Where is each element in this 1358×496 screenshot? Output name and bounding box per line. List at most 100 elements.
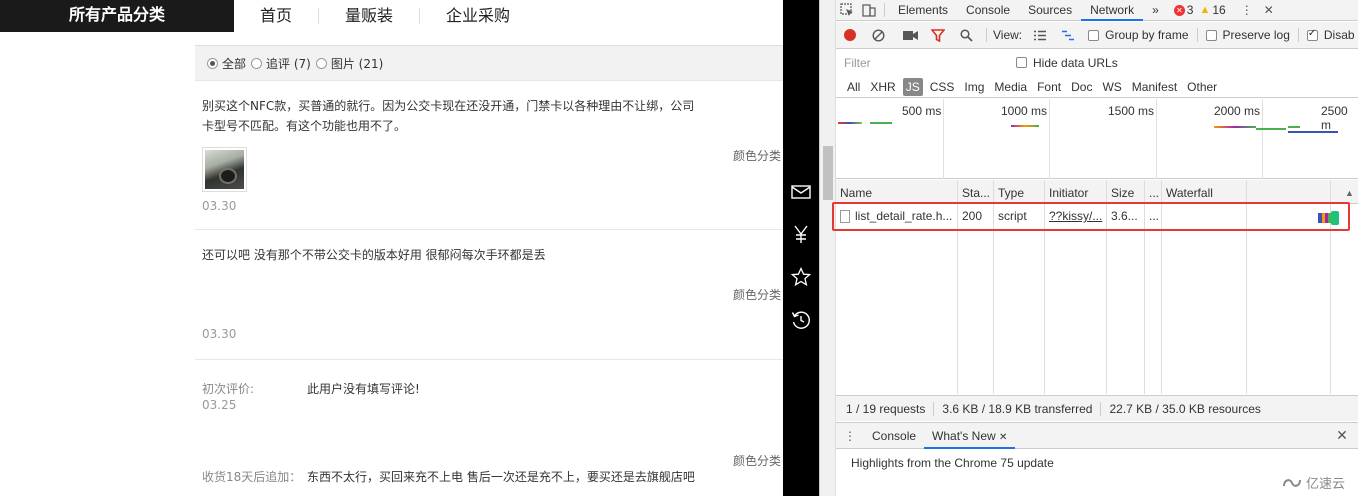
col-type[interactable]: Type (994, 180, 1045, 204)
review-color-category: 颜色分类 (732, 149, 781, 163)
clear-icon[interactable] (866, 28, 890, 42)
radio-icon[interactable] (207, 57, 218, 69)
watermark: 亿速云 (1281, 473, 1345, 492)
preserve-log-label: Preserve log (1222, 28, 1290, 42)
star-icon[interactable] (790, 266, 812, 288)
message-icon[interactable] (790, 181, 812, 203)
history-icon[interactable] (790, 309, 812, 331)
error-count: 3 (1186, 3, 1194, 17)
filter-input[interactable]: Filter (844, 54, 1004, 72)
radio-icon[interactable] (315, 57, 327, 69)
record-button[interactable] (844, 29, 856, 41)
warning-count: 16 (1212, 3, 1226, 17)
col-size[interactable]: Size (1107, 180, 1145, 204)
devtools-tab-bar: Elements Console Sources Network » ✕ 3 ▲… (836, 0, 1358, 21)
type-js[interactable]: JS (902, 77, 923, 96)
tab-console[interactable]: Console (957, 0, 1019, 21)
col-name[interactable]: Name (836, 180, 958, 204)
type-img[interactable]: Img (961, 78, 987, 96)
group-by-frame-label: Group by frame (1105, 28, 1189, 42)
type-css[interactable]: CSS (927, 78, 958, 96)
device-toggle-icon[interactable] (858, 0, 880, 21)
nav-enterprise[interactable]: 企业采购 (419, 8, 536, 24)
top-nav: 所有产品分类 首页 量贩装 企业采购 (0, 0, 783, 32)
append-review-content: 东西不太行，买回来充不上电 售后一次还是充不上，要买还是去旗舰店吧 (307, 470, 695, 484)
overview-bar (838, 122, 862, 124)
hide-data-urls-checkbox[interactable] (1016, 57, 1027, 68)
col-waterfall[interactable]: Waterfall (1162, 180, 1342, 204)
review-text: 别买这个NFC款，买普通的就行。因为公交卡现在还没开通，门禁卡以各种理由不让绑，… (202, 99, 695, 133)
inspect-icon[interactable] (836, 0, 858, 21)
yuan-icon[interactable] (790, 223, 812, 245)
grid-line (1049, 99, 1050, 179)
disable-cache-label: Disab (1323, 28, 1355, 42)
tab-network[interactable]: Network (1081, 0, 1144, 21)
review-color-category: 颜色分类 (732, 288, 781, 302)
tab-sources[interactable]: Sources (1019, 0, 1081, 21)
tick-label: 2000 ms (1214, 104, 1261, 118)
divider (884, 3, 885, 17)
scrollbar-thumb[interactable] (823, 146, 833, 200)
list-view-icon[interactable] (1028, 30, 1052, 41)
resource-type-filter: All XHR JS CSS Img Media Font Doc WS Man… (836, 76, 1358, 98)
type-doc[interactable]: Doc (1068, 78, 1095, 96)
filter-followup[interactable]: 追评 (7) (251, 55, 311, 72)
type-ws[interactable]: WS (1099, 78, 1124, 96)
type-manifest[interactable]: Manifest (1129, 78, 1180, 96)
waterfall-view-icon[interactable] (1056, 30, 1080, 41)
col-time[interactable]: ... (1145, 180, 1162, 204)
divider (933, 401, 935, 416)
divider (1100, 401, 1102, 416)
review-text: 还可以吧 没有那个不带公交卡的版本好用 很郁闷每次手环都是丢 (202, 248, 546, 262)
close-drawer-icon[interactable]: ✕ (1331, 425, 1353, 446)
type-font[interactable]: Font (1034, 78, 1064, 96)
group-by-frame-checkbox[interactable] (1088, 29, 1100, 41)
filter-all[interactable]: 全部 (207, 55, 246, 72)
page-scrollbar[interactable] (820, 0, 836, 496)
review-date: 03.30 (202, 199, 237, 213)
type-media[interactable]: Media (991, 78, 1030, 96)
initial-review-content: 此用户没有填写评论! (307, 382, 420, 396)
preserve-log-checkbox[interactable] (1205, 29, 1217, 41)
nav-home[interactable]: 首页 (234, 8, 318, 24)
type-other[interactable]: Other (1184, 78, 1220, 96)
requests-count: 1 / 19 requests (846, 401, 926, 416)
disable-cache-checkbox[interactable] (1306, 28, 1318, 41)
sort-up-icon[interactable]: ▲ (1341, 180, 1358, 204)
filter-funnel-icon[interactable] (926, 28, 950, 42)
type-xhr[interactable]: XHR (867, 78, 898, 96)
search-icon[interactable] (954, 28, 978, 42)
drawer-tab-console[interactable]: Console (864, 423, 924, 449)
watermark-text: 亿速云 (1305, 476, 1345, 491)
radio-icon[interactable] (251, 57, 263, 69)
divider (1297, 28, 1299, 42)
drawer-tab-whats-new[interactable]: What's New ✕ (924, 423, 1016, 449)
col-status[interactable]: Sta... (958, 180, 994, 204)
review-photo-image (205, 150, 244, 189)
screenshot-camera-icon[interactable] (898, 30, 922, 41)
issues-badge[interactable]: ✕ 3 ▲ 16 (1173, 3, 1226, 17)
kebab-menu-icon[interactable]: ⋮ (1236, 0, 1258, 21)
devtools-panel: Elements Console Sources Network » ✕ 3 ▲… (819, 0, 1358, 496)
more-tabs-button[interactable]: » (1143, 0, 1168, 21)
type-all[interactable]: All (844, 78, 863, 96)
drawer-menu-icon[interactable]: ⋮ (836, 425, 864, 446)
network-overview[interactable]: 500 ms 1000 ms 1500 ms 2000 ms 2500 m (836, 99, 1358, 179)
tick-label: 2500 m (1321, 104, 1348, 132)
col-initiator[interactable]: Initiator (1045, 180, 1107, 204)
close-devtools-icon[interactable]: ✕ (1258, 0, 1280, 21)
hide-data-urls-label: Hide data URLs (1033, 55, 1118, 70)
table-header: Name Sta... Type Initiator Size ... Wate… (836, 180, 1358, 204)
whats-new-text: Highlights from the Chrome 75 update (851, 456, 1054, 470)
review-date: 03.25 (202, 398, 237, 412)
filter-bar: Filter Hide data URLs (836, 50, 1358, 75)
watermark-logo-icon (1282, 478, 1301, 487)
filter-images[interactable]: 图片 (21) (315, 55, 384, 72)
close-tab-icon[interactable]: ✕ (999, 432, 1007, 443)
review-item: 别买这个NFC款，买普通的就行。因为公交卡现在还没开通，门禁卡以各种理由不让绑，… (195, 82, 783, 230)
nav-bulk[interactable]: 量贩装 (318, 8, 419, 24)
filter-images-label: 图片 (21) (330, 56, 384, 71)
tab-elements[interactable]: Elements (889, 0, 957, 21)
review-photo[interactable] (202, 147, 247, 192)
all-categories-button[interactable]: 所有产品分类 (0, 0, 234, 32)
